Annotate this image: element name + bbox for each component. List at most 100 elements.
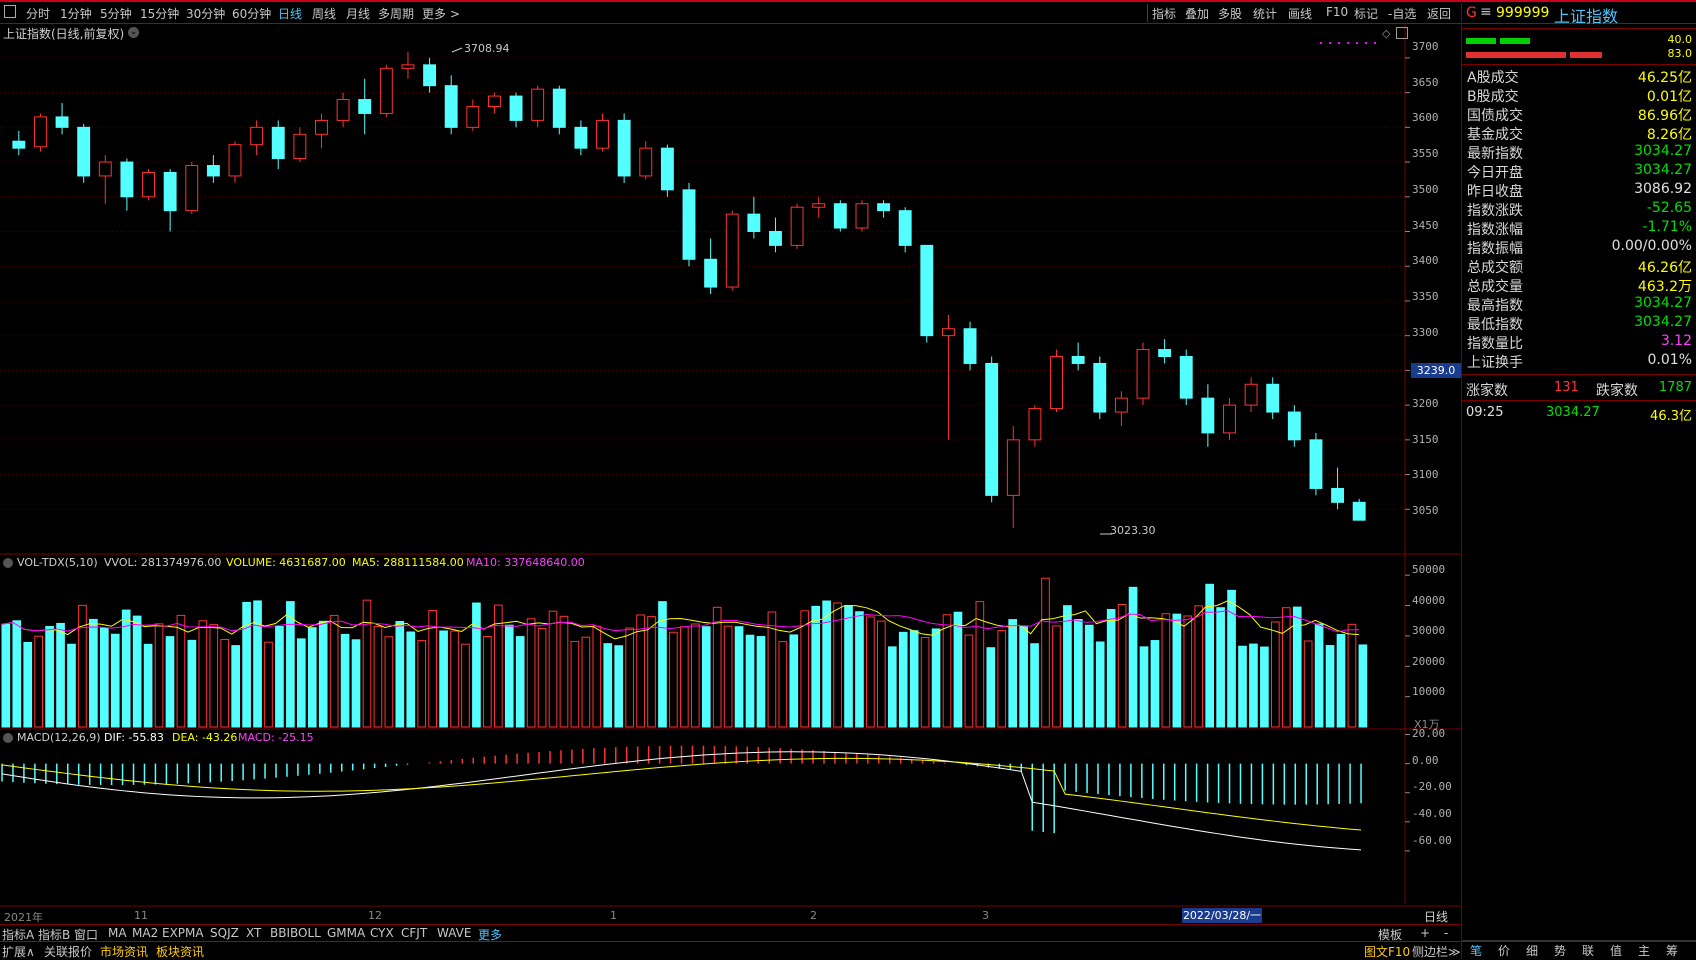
date-label-2: 2 [810, 909, 817, 922]
expand-tab[interactable]: 扩展∧ [2, 943, 35, 960]
tab-trend[interactable]: 势 [1554, 942, 1566, 959]
zoom-in-button[interactable]: + [1420, 926, 1430, 940]
volume-bar [275, 625, 284, 728]
xt-tab[interactable]: XT [246, 926, 261, 940]
kline-chart-svg[interactable] [0, 24, 1461, 924]
candle-body [55, 116, 69, 128]
zoom-out-button[interactable]: - [1444, 926, 1448, 940]
macd-indicator-name[interactable]: MACD(12,26,9) [17, 731, 101, 744]
favorites-button[interactable]: -自选 [1388, 5, 1416, 22]
down-count-label: 跌家数 [1596, 383, 1638, 399]
tab-detail[interactable]: 细 [1526, 942, 1538, 959]
price-axis-label: 3200 [1412, 397, 1439, 410]
quote-row: 指数涨幅 -1.71% [1467, 219, 1692, 238]
period-multi[interactable]: 多周期 [378, 5, 414, 22]
volume-settings-icon[interactable] [3, 558, 13, 568]
period-daily[interactable]: 日线 [278, 5, 302, 22]
bbiboll-tab[interactable]: BBIBOLL [270, 926, 321, 940]
chevron-down-icon[interactable]: ⌄ [128, 27, 139, 38]
cyx-tab[interactable]: CYX [370, 926, 394, 940]
quote-row-label: 指数涨幅 [1467, 222, 1523, 238]
candle-body [466, 106, 480, 128]
quote-row-label: 最高指数 [1467, 298, 1523, 314]
volume-bar [1084, 624, 1094, 728]
volume-bar [877, 620, 886, 728]
tab-trades[interactable]: 笔 [1470, 942, 1482, 959]
volume-bar [34, 635, 43, 728]
volume-bar [581, 636, 591, 728]
tab-main[interactable]: 主 [1638, 942, 1650, 959]
market-news-tab[interactable]: 市场资讯 [100, 943, 148, 960]
candle-body [163, 171, 177, 212]
tick-price: 3034.27 [1546, 405, 1600, 420]
stats-button[interactable]: 统计 [1253, 5, 1277, 22]
quote-row: 指数振幅 0.00/0.00% [1467, 238, 1692, 257]
volume-bar [548, 610, 558, 728]
volume-bar [844, 605, 853, 728]
sqjz-tab[interactable]: SQJZ [210, 926, 239, 940]
period-60min[interactable]: 60分钟 [232, 5, 271, 22]
mark-button[interactable]: 标记 [1354, 5, 1378, 22]
menu-icon[interactable]: ≡ [1480, 4, 1492, 20]
multi-stock-button[interactable]: 多股 [1218, 5, 1242, 22]
back-button[interactable]: 返回 [1427, 5, 1451, 22]
quote-row-value: -1.71% [1642, 219, 1692, 235]
period-more[interactable]: 更多 > [422, 5, 460, 22]
tick-time: 09:25 [1466, 405, 1504, 420]
tab-chips[interactable]: 筹 [1666, 942, 1678, 959]
quote-row-value: 0.01亿 [1646, 89, 1692, 105]
window-menu-icon[interactable] [4, 5, 16, 18]
stock-name: 上证指数 [1554, 7, 1619, 26]
overlay-button[interactable]: 叠加 [1185, 5, 1209, 22]
tab-price[interactable]: 价 [1498, 942, 1510, 959]
price-axis-label: 3400 [1412, 254, 1439, 268]
window-toggle-icon[interactable] [1396, 27, 1408, 39]
ma-tab[interactable]: MA [108, 926, 127, 940]
period-5min[interactable]: 5分钟 [100, 5, 132, 22]
candle-body [1331, 487, 1345, 503]
volume-bar [1325, 645, 1335, 728]
sidebar-toggle-tab[interactable]: 侧边栏≫ [1412, 943, 1461, 960]
related-quotes-tab[interactable]: 关联报价 [44, 943, 92, 960]
sector-news-tab[interactable]: 板块资讯 [156, 943, 204, 960]
date-label-3: 3 [982, 909, 989, 922]
candle-body [509, 95, 523, 121]
volume-bar [1260, 646, 1269, 728]
sell-bar [1570, 52, 1602, 58]
volume-bar [1314, 623, 1324, 728]
period-weekly[interactable]: 周线 [312, 5, 336, 22]
diamond-icon[interactable]: ◇ [1382, 27, 1390, 40]
volume-bar [712, 606, 722, 728]
tab-value[interactable]: 值 [1610, 942, 1622, 959]
chart-title: 上证指数(日线,前复权) [3, 27, 125, 41]
macd-axis-label: -20.00 [1412, 780, 1452, 794]
volume-bar [822, 600, 831, 728]
draw-line-button[interactable]: 画线 [1288, 5, 1312, 22]
candle-body [401, 64, 415, 69]
candle-body [12, 140, 26, 149]
volume-bar [198, 620, 208, 728]
quote-side-panel: G ≡ 999999 上证指数 40.0 83.0 A股成交 46.25亿 B股成交… [1461, 0, 1696, 959]
indicator-button[interactable]: 指标 [1152, 5, 1176, 22]
volume-bar [362, 599, 372, 728]
expma-tab[interactable]: EXPMA [162, 926, 204, 940]
period-30min[interactable]: 30分钟 [186, 5, 225, 22]
quote-row: 总成交额 46.26亿 [1467, 257, 1692, 276]
period-fenshi[interactable]: 分时 [26, 5, 50, 22]
volume-indicator-name[interactable]: VOL-TDX(5,10) [17, 556, 98, 569]
tab-related[interactable]: 联 [1582, 942, 1594, 959]
f10-button[interactable]: F10 [1326, 5, 1348, 19]
period-15min[interactable]: 15分钟 [140, 5, 179, 22]
period-monthly[interactable]: 月线 [346, 5, 370, 22]
ma2-tab[interactable]: MA2 [132, 926, 158, 940]
chart-area[interactable] [0, 24, 1461, 924]
period-1min[interactable]: 1分钟 [60, 5, 92, 22]
gmma-tab[interactable]: GMMA [327, 926, 365, 940]
f10-graphic-tab[interactable]: 图文F10 [1364, 943, 1410, 960]
candle-body [1179, 356, 1193, 399]
wave-tab[interactable]: WAVE [437, 926, 471, 940]
quote-row: 总成交量 463.2万 [1467, 276, 1692, 295]
cfjt-tab[interactable]: CFJT [401, 926, 427, 940]
volume-bar [625, 627, 634, 728]
macd-settings-icon[interactable] [3, 733, 13, 743]
